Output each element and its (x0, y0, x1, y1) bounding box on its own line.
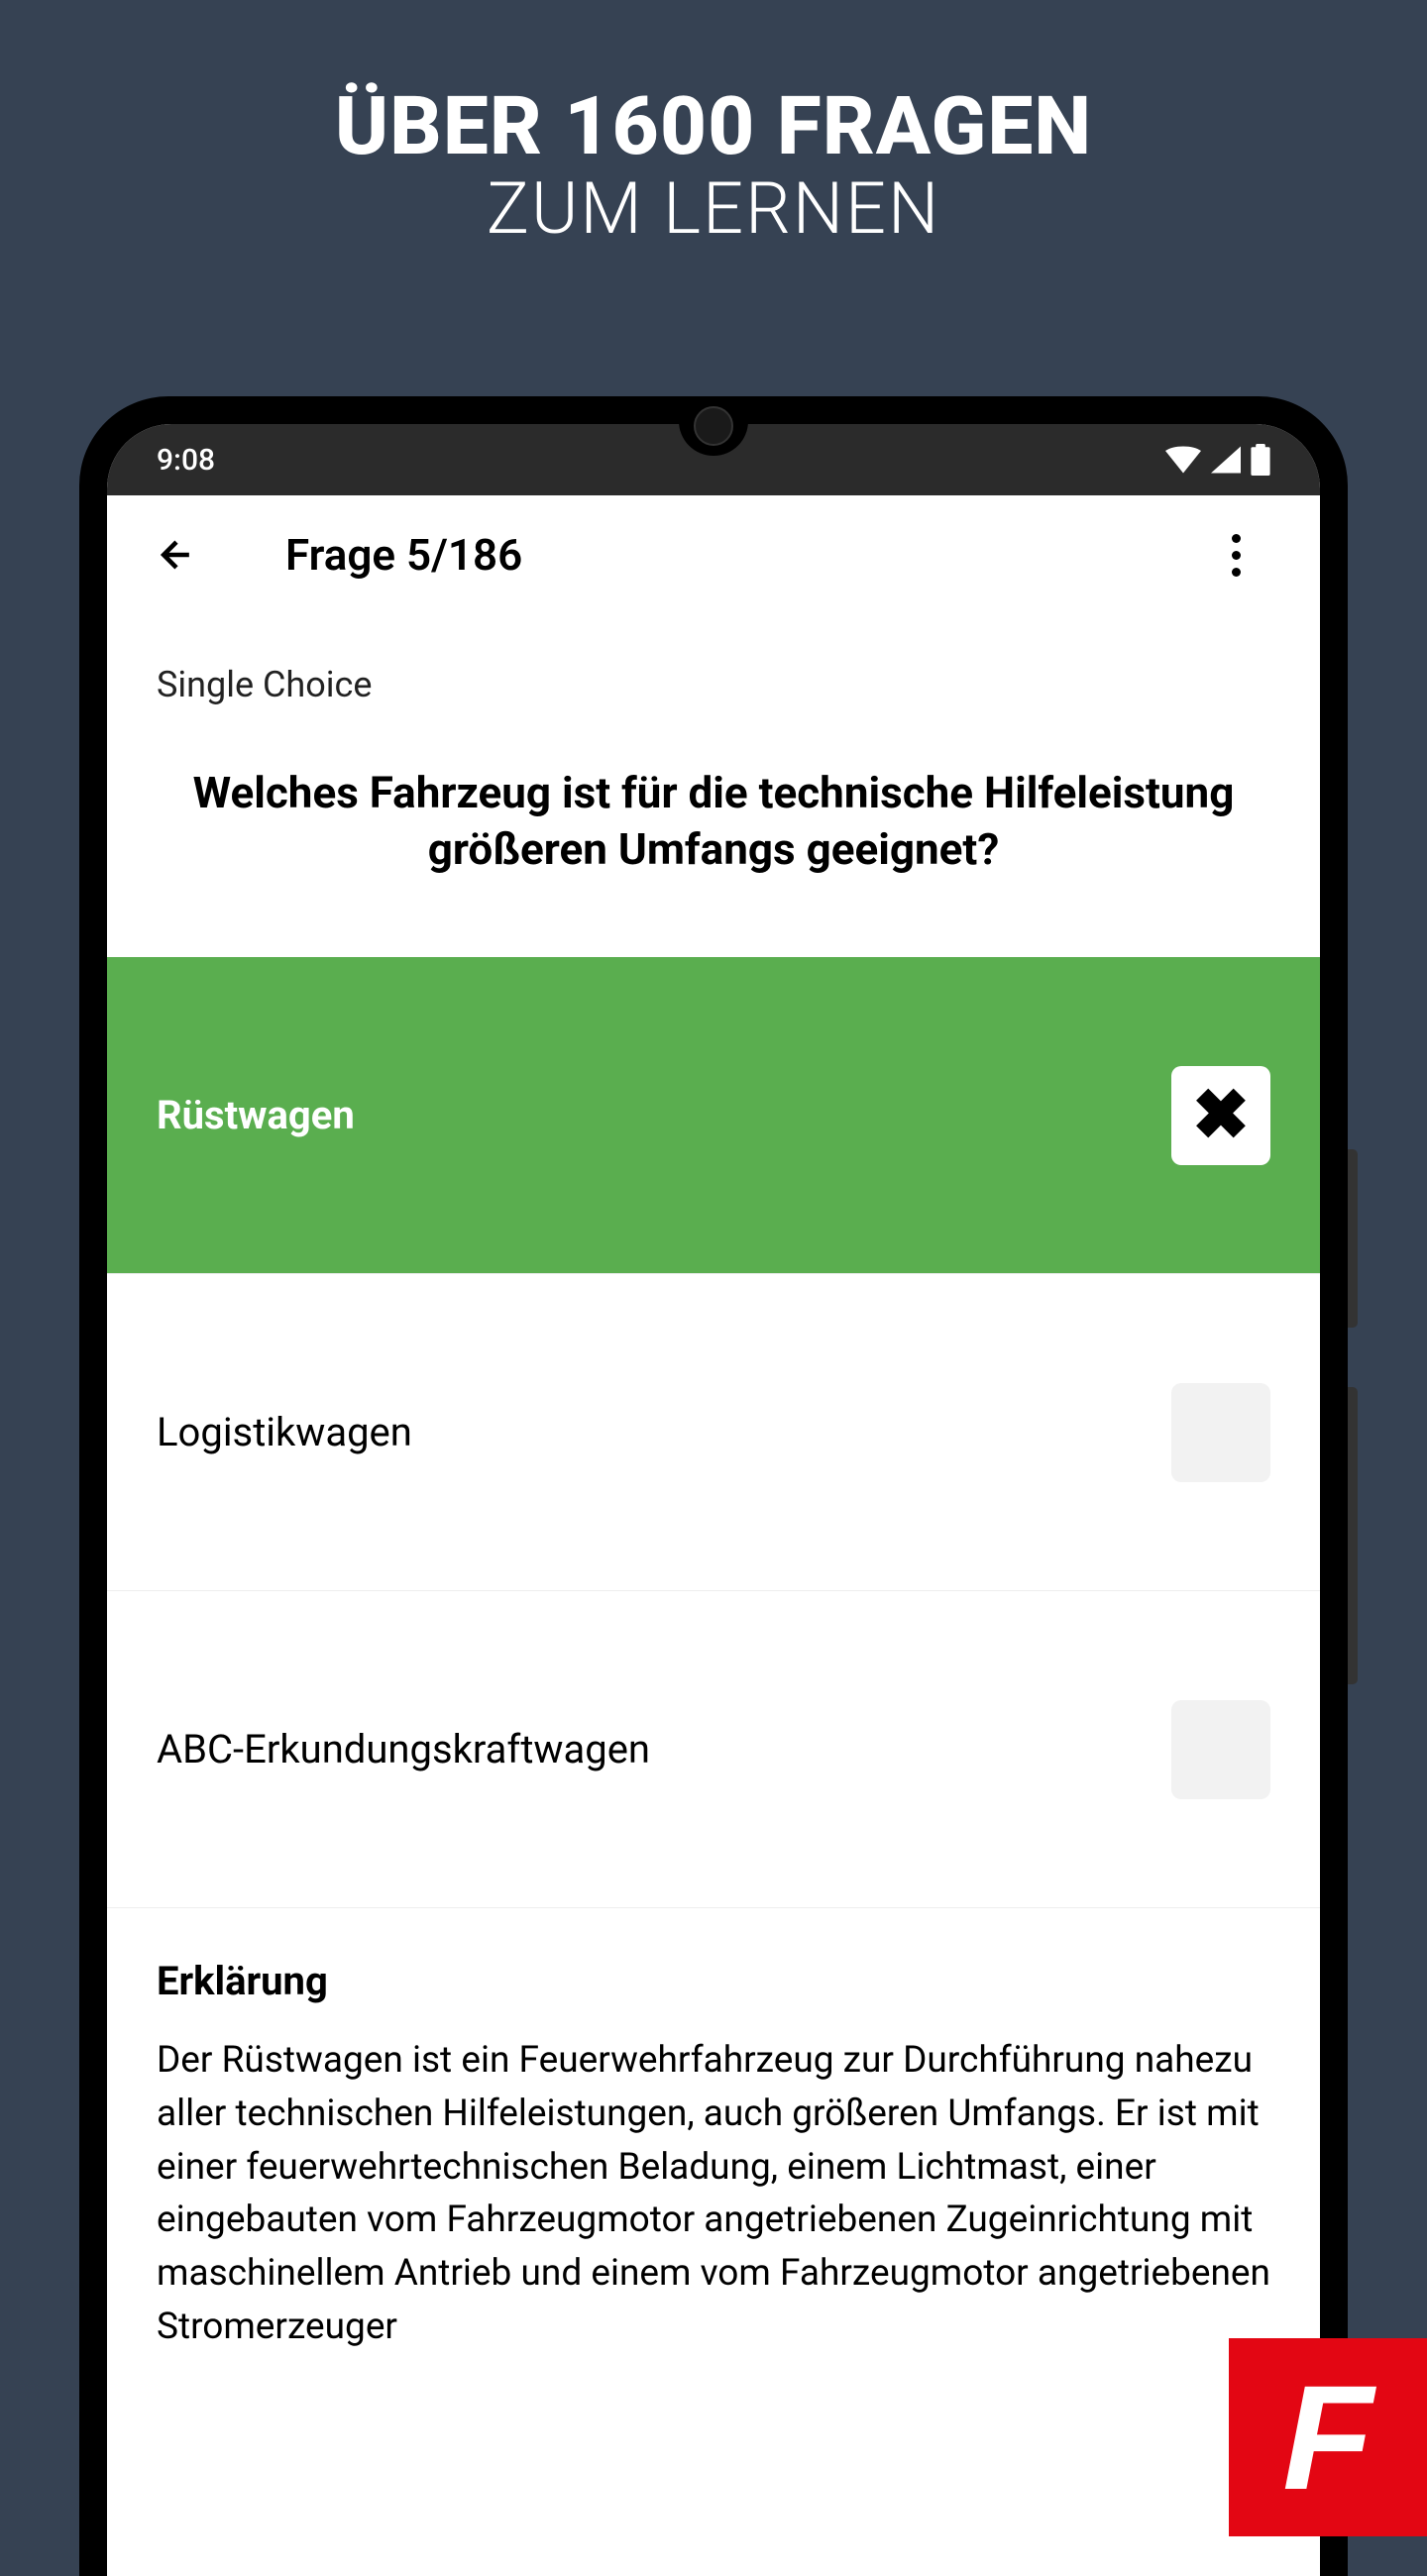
explanation-text: Der Rüstwagen ist ein Feuerwehrfahrzeug … (157, 2034, 1270, 2353)
menu-dot-icon (1232, 551, 1241, 560)
promo-subtitle: ZUM LERNEN (0, 166, 1427, 251)
page-title: Frage 5/186 (285, 529, 522, 581)
question-type-label: Single Choice (107, 614, 1320, 735)
answer-option-2[interactable]: ABC-Erkundungskraftwagen (107, 1591, 1320, 1908)
phone-side-button (1348, 1387, 1358, 1684)
app-header: Frage 5/186 (107, 495, 1320, 614)
app-badge-letter: F (1282, 2352, 1373, 2523)
x-mark-icon: ✖ (1192, 1074, 1251, 1156)
back-button[interactable] (147, 525, 206, 585)
status-icons (1165, 444, 1270, 476)
answer-label: Logistikwagen (157, 1409, 412, 1455)
explanation-section: Erklärung Der Rüstwagen ist ein Feuerweh… (107, 1908, 1320, 2353)
wifi-icon (1165, 446, 1201, 474)
question-text: Welches Fahrzeug ist für die technische … (107, 735, 1320, 957)
content-area: Single Choice Welches Fahrzeug ist für d… (107, 614, 1320, 2353)
cellular-icon (1211, 446, 1241, 474)
promo-title: ÜBER 1600 FRAGEN (0, 79, 1427, 174)
answer-option-0[interactable]: Rüstwagen ✖ (107, 957, 1320, 1274)
answer-label: Rüstwagen (157, 1092, 355, 1138)
explanation-title: Erklärung (157, 1958, 1270, 2004)
arrow-left-icon (155, 533, 198, 577)
app-badge: F (1229, 2338, 1427, 2536)
answer-checkbox[interactable]: ✖ (1171, 1066, 1270, 1165)
phone-side-button (1348, 1149, 1358, 1328)
status-time: 9:08 (157, 443, 215, 478)
promo-header: ÜBER 1600 FRAGEN ZUM LERNEN (0, 0, 1427, 251)
menu-dot-icon (1232, 534, 1241, 543)
more-menu-button[interactable] (1211, 530, 1261, 580)
answer-option-1[interactable]: Logistikwagen (107, 1274, 1320, 1591)
menu-dot-icon (1232, 568, 1241, 577)
answer-checkbox[interactable] (1171, 1383, 1270, 1482)
battery-icon (1251, 444, 1270, 476)
phone-screen: 9:08 Frage 5/186 Single Choice Welches F… (107, 424, 1320, 2576)
answer-checkbox[interactable] (1171, 1700, 1270, 1799)
answer-label: ABC-Erkundungskraftwagen (157, 1726, 650, 1772)
phone-frame: 9:08 Frage 5/186 Single Choice Welches F… (79, 396, 1348, 2576)
camera-dot (694, 406, 733, 446)
